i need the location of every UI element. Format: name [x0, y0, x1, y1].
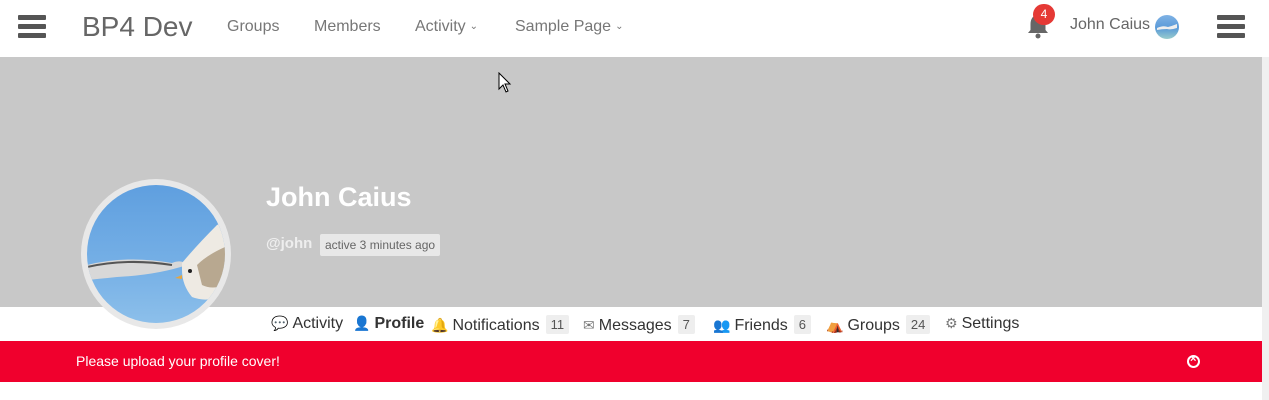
nav-activity-label: Activity	[415, 18, 466, 35]
close-icon[interactable]	[1187, 353, 1200, 368]
tab-count: 7	[677, 315, 695, 334]
tab-count: 6	[793, 315, 812, 334]
tab-settings[interactable]: ⚙ Settings	[945, 315, 1019, 333]
gear-icon: ⚙	[945, 315, 958, 331]
last-active-badge: active 3 minutes ago	[320, 234, 441, 256]
tab-messages[interactable]: ✉ Messages 7	[583, 315, 695, 335]
tab-profile[interactable]: 👤 Profile	[353, 315, 424, 333]
left-menu-icon[interactable]	[18, 15, 46, 39]
tab-label: Settings	[961, 315, 1020, 332]
tab-count: 11	[545, 315, 570, 334]
envelope-icon: ✉	[583, 317, 595, 333]
comments-icon: 💬	[271, 315, 289, 331]
users-icon: 👥	[713, 317, 731, 333]
profile-handle: @john	[266, 235, 313, 252]
site-brand[interactable]: BP4 Dev	[82, 11, 193, 43]
tab-label: Groups	[847, 317, 900, 334]
tab-friends[interactable]: 👥 Friends 6	[713, 315, 812, 335]
nav-members[interactable]: Members	[314, 18, 381, 36]
groups-icon: ⛺	[826, 317, 844, 333]
tab-groups[interactable]: ⛺ Groups 24	[826, 315, 931, 335]
nav-sample-page[interactable]: Sample Page ⌄	[515, 18, 623, 36]
notice-text: Please upload your profile cover!	[76, 353, 280, 369]
seagull-photo	[87, 223, 225, 300]
nav-activity[interactable]: Activity ⌄	[415, 18, 478, 36]
right-menu-icon[interactable]	[1217, 15, 1245, 39]
notification-count-badge: 4	[1033, 4, 1055, 25]
user-avatar[interactable]	[1155, 15, 1179, 39]
nav-groups[interactable]: Groups	[227, 18, 279, 36]
chevron-down-icon: ⌄	[469, 21, 479, 32]
tab-label: Activity	[292, 315, 344, 332]
user-menu-name[interactable]: John Caius	[1070, 16, 1150, 34]
cover-upload-notice: Please upload your profile cover!	[0, 341, 1262, 382]
mouse-cursor-icon	[498, 72, 512, 93]
scrollbar[interactable]	[1262, 57, 1269, 400]
profile-display-name: John Caius	[266, 182, 412, 212]
tab-label: Friends	[734, 317, 788, 334]
tab-activity[interactable]: 💬 Activity	[271, 315, 343, 333]
tab-notifications[interactable]: 🔔 Notifications 11	[431, 315, 570, 335]
nav-sample-page-label: Sample Page	[515, 18, 612, 35]
tab-label: Messages	[598, 317, 672, 334]
tab-label: Profile	[374, 315, 425, 332]
bell-icon: 🔔	[431, 317, 449, 333]
chevron-down-icon: ⌄	[615, 21, 624, 32]
tab-count: 24	[905, 315, 931, 334]
tab-label: Notifications	[452, 317, 540, 334]
profile-avatar[interactable]	[81, 179, 231, 329]
top-navbar: BP4 Dev Groups Members Activity ⌄ Sample …	[0, 0, 1269, 57]
user-icon: 👤	[353, 315, 371, 331]
